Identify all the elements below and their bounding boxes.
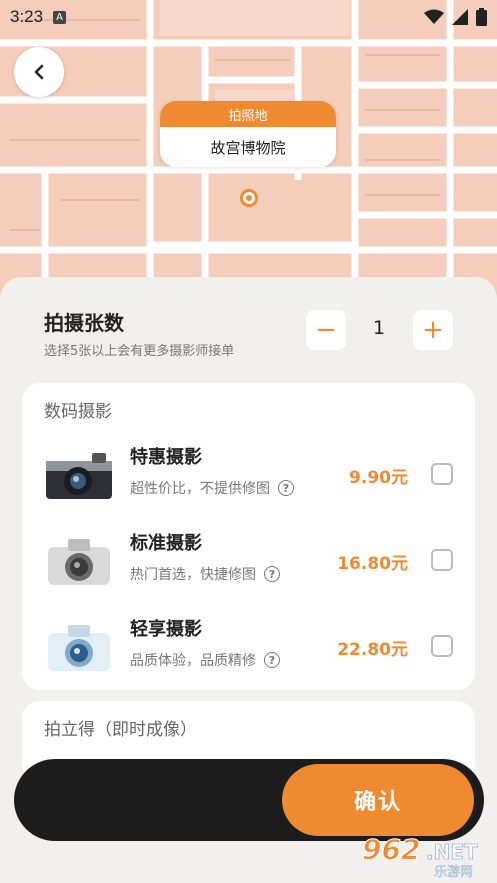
watermark-logo: 962 .NET 乐游网 <box>362 833 479 880</box>
package-desc: 超性价比，不提供修图 ? <box>130 478 294 498</box>
package-item[interactable]: 特惠摄影 超性价比，不提供修图 ? 9.90元 <box>22 443 475 515</box>
package-name: 特惠摄影 <box>130 447 202 468</box>
wifi-icon <box>424 9 444 24</box>
back-button[interactable] <box>14 47 64 97</box>
notification-icon: A <box>53 10 67 24</box>
section-title: 数码摄影 <box>44 402 112 422</box>
count-value: 1 <box>372 317 386 339</box>
package-desc: 品质体验，品质精修 ? <box>130 650 280 670</box>
digital-photo-card: 数码摄影 特惠摄影 超性价比，不提供修图 ? 9.90元 标准摄影 热门首选，快… <box>22 383 475 690</box>
location-name: 故宫博物院 <box>210 138 286 157</box>
package-item[interactable]: 轻享摄影 品质体验，品质精修 ? 22.80元 <box>22 615 475 687</box>
package-checkbox[interactable] <box>431 635 453 657</box>
battery-icon <box>476 8 487 26</box>
count-subtitle: 选择5张以上会有更多摄影师接单 <box>44 344 235 359</box>
status-time: 3:23 <box>10 7 44 26</box>
chevron-left-icon <box>34 64 44 80</box>
package-name: 轻享摄影 <box>130 619 202 640</box>
package-item[interactable]: 标准摄影 热门首选，快捷修图 ? 16.80元 <box>22 529 475 601</box>
increment-button[interactable]: + <box>413 310 453 350</box>
package-price: 22.80元 <box>337 640 408 660</box>
package-checkbox[interactable] <box>431 463 453 485</box>
help-icon[interactable]: ? <box>264 566 280 582</box>
location-tag: 拍照地 <box>160 101 336 127</box>
order-sheet: 拍摄张数 选择5张以上会有更多摄影师接单 − 1 + 数码摄影 特惠摄影 超性价… <box>0 277 497 883</box>
signal-icon <box>452 9 468 25</box>
help-icon[interactable]: ? <box>264 652 280 668</box>
package-price: 9.90元 <box>349 468 408 488</box>
confirm-button[interactable]: 确认 <box>282 764 474 836</box>
status-icons <box>424 8 487 26</box>
location-card[interactable]: 拍照地 故宫博物院 <box>160 101 336 167</box>
package-desc-text: 热门首选，快捷修图 <box>130 567 256 583</box>
camera-icon <box>48 625 110 671</box>
section-title: 拍立得（即时成像） <box>44 720 197 740</box>
camera-icon <box>46 453 112 499</box>
package-desc: 热门首选，快捷修图 ? <box>130 564 280 584</box>
package-desc-text: 品质体验，品质精修 <box>130 653 256 669</box>
camera-icon <box>48 539 110 585</box>
svg-text:乐游网: 乐游网 <box>434 865 473 879</box>
help-icon[interactable]: ? <box>278 480 294 496</box>
location-pin-icon <box>240 189 258 207</box>
package-checkbox[interactable] <box>431 549 453 571</box>
package-price: 16.80元 <box>337 554 408 574</box>
package-desc-text: 超性价比，不提供修图 <box>130 481 270 497</box>
status-bar: 3:23 A <box>0 0 497 34</box>
count-title: 拍摄张数 <box>44 311 124 335</box>
decrement-button[interactable]: − <box>306 310 346 350</box>
svg-text:.NET: .NET <box>426 840 478 864</box>
package-name: 标准摄影 <box>130 533 202 554</box>
svg-text:962: 962 <box>362 833 420 866</box>
